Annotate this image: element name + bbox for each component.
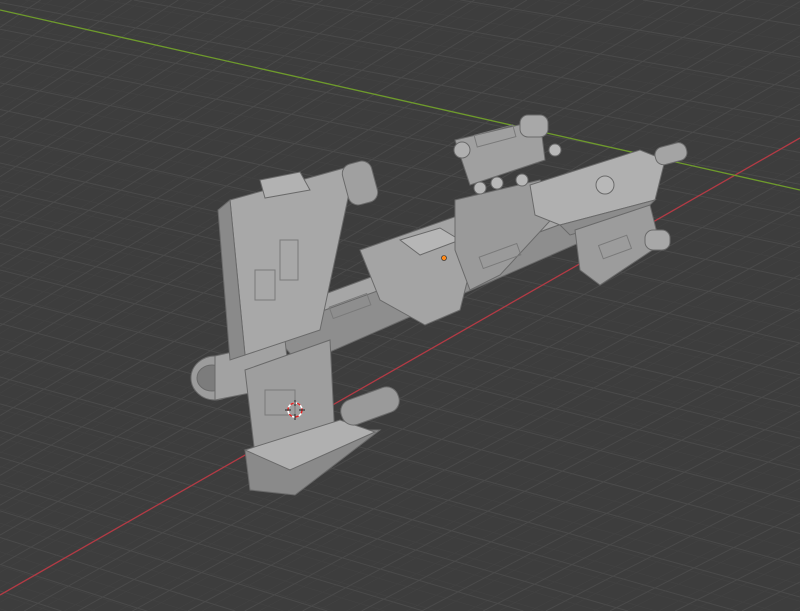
grid-line (0, 0, 323, 208)
grid-line (0, 0, 311, 200)
grid-line (0, 112, 800, 573)
grid-line (460, 0, 800, 58)
grid-line (0, 294, 800, 500)
grid-line (0, 0, 262, 170)
grid-line (625, 521, 800, 611)
grid-line (643, 0, 800, 26)
grid-line (357, 0, 800, 77)
grid-line (302, 342, 800, 611)
grid-line (758, 590, 800, 611)
grid-line (346, 368, 800, 611)
viewport-canvas[interactable] (0, 0, 800, 611)
grid-line (746, 0, 800, 9)
grid-line (741, 581, 800, 611)
grid-line (449, 0, 800, 60)
grid-line (0, 0, 53, 36)
3d-viewport[interactable] (0, 0, 800, 611)
grid-line (185, 0, 800, 111)
grid-line (0, 394, 775, 611)
grid-line (561, 487, 800, 611)
grid-line (0, 508, 334, 611)
grid-line (0, 380, 800, 602)
grid-line (792, 607, 800, 611)
grid-line (0, 483, 424, 611)
grid-line (10, 163, 800, 611)
grid-line (0, 565, 141, 611)
grid-line (0, 52, 800, 213)
grid-line (0, 590, 62, 611)
grid-line (0, 0, 87, 58)
grid-line (0, 480, 437, 611)
grid-line (0, 55, 800, 217)
grid-line (593, 504, 800, 611)
grid-line (0, 37, 800, 196)
grid-line (545, 479, 800, 611)
grid-line (0, 594, 51, 611)
grid-line (0, 103, 800, 566)
grid-line (0, 9, 800, 162)
object-origin-dot (441, 255, 447, 261)
grid-line (0, 351, 800, 568)
